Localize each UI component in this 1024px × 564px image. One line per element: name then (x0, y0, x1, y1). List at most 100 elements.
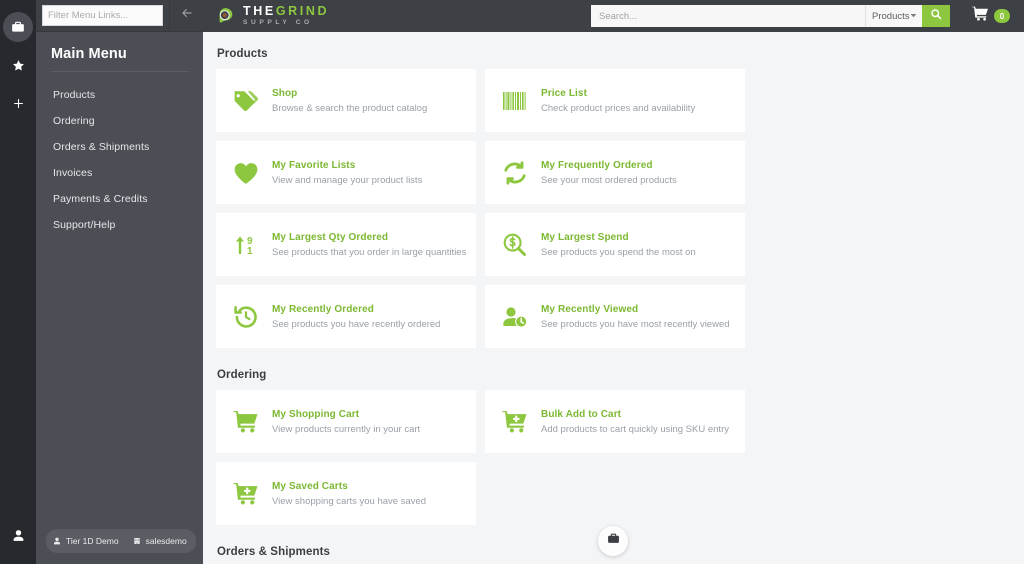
sync-icon (501, 159, 528, 186)
card-bulk-add-to-cart[interactable]: Bulk Add to Cart Add products to cart qu… (485, 390, 745, 453)
shopping-cart-icon (232, 408, 259, 435)
card-text: My Recently Ordered See products you hav… (272, 304, 440, 330)
search-dollar-icon (501, 231, 528, 258)
card-shop[interactable]: Shop Browse & search the product catalog (216, 69, 476, 132)
main-region: THEGRIND SUPPLY CO Products (203, 0, 1024, 564)
sidebar-item-invoices[interactable]: Invoices (36, 160, 203, 186)
sidebar-item-support-help[interactable]: Support/Help (36, 212, 203, 238)
search-input[interactable] (591, 5, 865, 27)
sidebar-item-payments-credits[interactable]: Payments & Credits (36, 186, 203, 212)
card-title: Price List (541, 87, 588, 99)
building-icon (133, 532, 141, 550)
card-desc: View and manage your product lists (272, 174, 423, 186)
floating-action-button[interactable] (598, 526, 628, 556)
card-my-recently-ordered[interactable]: My Recently Ordered See products you hav… (216, 285, 476, 348)
card-text: My Saved Carts View shopping carts you h… (272, 481, 426, 507)
top-header: THEGRIND SUPPLY CO Products (203, 0, 1024, 32)
heart-icon (232, 159, 259, 186)
card-desc: Browse & search the product catalog (272, 102, 428, 114)
card-title: My Recently Ordered (272, 303, 374, 315)
sidebar-item-products[interactable]: Products (36, 82, 203, 108)
cart-plus-icon (232, 480, 259, 507)
card-desc: View products currently in your cart (272, 423, 421, 435)
logo-word-the: THE (243, 3, 276, 18)
search-submit-button[interactable] (922, 5, 950, 27)
card-desc: Add products to cart quickly using SKU e… (541, 423, 729, 435)
rail-item-briefcase[interactable] (3, 12, 33, 42)
arrow-left-icon (180, 6, 194, 25)
card-desc: See products that you order in large qua… (272, 246, 467, 258)
briefcase-icon (607, 532, 620, 550)
card-text: Bulk Add to Cart Add products to cart qu… (541, 409, 729, 435)
card-text: My Largest Qty Ordered See products that… (272, 232, 466, 258)
briefcase-icon (11, 20, 25, 34)
filter-input-wrap (36, 5, 169, 26)
app-root: Main Menu Products Ordering Orders & Shi… (0, 0, 1024, 564)
card-text: My Favorite Lists View and manage your p… (272, 160, 422, 186)
shopping-cart-icon (972, 6, 989, 26)
card-my-largest-spend[interactable]: My Largest Spend See products you spend … (485, 213, 745, 276)
search-icon (930, 7, 942, 25)
user-clock-icon (501, 303, 528, 330)
card-desc: See products you have most recently view… (541, 318, 730, 330)
menu-toolbar (36, 0, 203, 32)
card-text: My Largest Spend See products you spend … (541, 232, 696, 258)
logo-wordmark: THEGRIND SUPPLY CO (243, 5, 329, 27)
card-desc: Check product prices and availability (541, 102, 696, 114)
section-products: Products Shop Browse & search the produc… (216, 48, 1007, 348)
card-title: Shop (272, 87, 298, 99)
card-title: My Saved Carts (272, 480, 348, 492)
sort-amount-up-icon: 9 1 (232, 231, 259, 258)
rail-item-favorites[interactable] (3, 50, 33, 80)
menu-list: Products Ordering Orders & Shipments Inv… (36, 82, 203, 238)
chevron-down-icon (910, 11, 917, 22)
card-text: Shop Browse & search the product catalog (272, 88, 427, 114)
card-desc: See products you spend the most on (541, 246, 696, 258)
plus-icon (12, 97, 25, 110)
card-desc: View shopping carts you have saved (272, 495, 427, 507)
sidebar-item-orders-shipments[interactable]: Orders & Shipments (36, 134, 203, 160)
tags-icon (232, 87, 259, 114)
filter-menu-input[interactable] (42, 5, 163, 26)
search-bar: Products (591, 5, 950, 27)
card-desc: See your most ordered products (541, 174, 677, 186)
sidebar-item-ordering[interactable]: Ordering (36, 108, 203, 134)
section-title-ordering: Ordering (217, 369, 267, 381)
card-title: My Largest Qty Ordered (272, 231, 389, 243)
card-my-largest-qty-ordered[interactable]: 9 1 My Largest Qty Ordered See products … (216, 213, 476, 276)
star-icon (12, 59, 25, 72)
user-context-badge[interactable]: Tier 1D Demo salesdemo (46, 529, 196, 553)
user-icon (12, 529, 25, 542)
logo-line-1: THEGRIND (243, 5, 329, 18)
card-text: My Shopping Cart View products currently… (272, 409, 420, 435)
svg-text:1: 1 (247, 246, 253, 257)
card-my-favorite-lists[interactable]: My Favorite Lists View and manage your p… (216, 141, 476, 204)
main-menu-panel: Main Menu Products Ordering Orders & Shi… (36, 0, 203, 564)
menu-back-button[interactable] (169, 0, 203, 32)
card-text: My Recently Viewed See products you have… (541, 304, 730, 330)
card-my-saved-carts[interactable]: My Saved Carts View shopping carts you h… (216, 462, 476, 525)
search-scope-select[interactable]: Products (865, 5, 922, 27)
icon-rail (0, 0, 36, 564)
barcode-icon (501, 87, 528, 114)
card-grid-products: Shop Browse & search the product catalog (216, 69, 1007, 348)
card-my-recently-viewed[interactable]: My Recently Viewed See products you have… (485, 285, 745, 348)
history-icon (232, 303, 259, 330)
logo-tagline: SUPPLY CO (243, 19, 313, 27)
menu-spacer (36, 238, 203, 529)
rail-item-account[interactable] (3, 520, 33, 550)
cart-button[interactable]: 0 (972, 6, 1010, 26)
user-icon (53, 532, 61, 550)
search-scope-label: Products (872, 10, 910, 22)
rail-item-add[interactable] (3, 88, 33, 118)
dashboard-content: Products Shop Browse & search the produc… (203, 32, 1024, 564)
badge-user-label: Tier 1D Demo (66, 536, 119, 546)
card-my-shopping-cart[interactable]: My Shopping Cart View products currently… (216, 390, 476, 453)
section-title-products: Products (217, 48, 268, 60)
cart-count-badge: 0 (994, 9, 1010, 23)
card-title: My Favorite Lists (272, 159, 356, 171)
badge-company-label: salesdemo (145, 536, 187, 546)
card-my-frequently-ordered[interactable]: My Frequently Ordered See your most orde… (485, 141, 745, 204)
site-logo[interactable]: THEGRIND SUPPLY CO (203, 5, 329, 27)
card-price-list[interactable]: Price List Check product prices and avai… (485, 69, 745, 132)
